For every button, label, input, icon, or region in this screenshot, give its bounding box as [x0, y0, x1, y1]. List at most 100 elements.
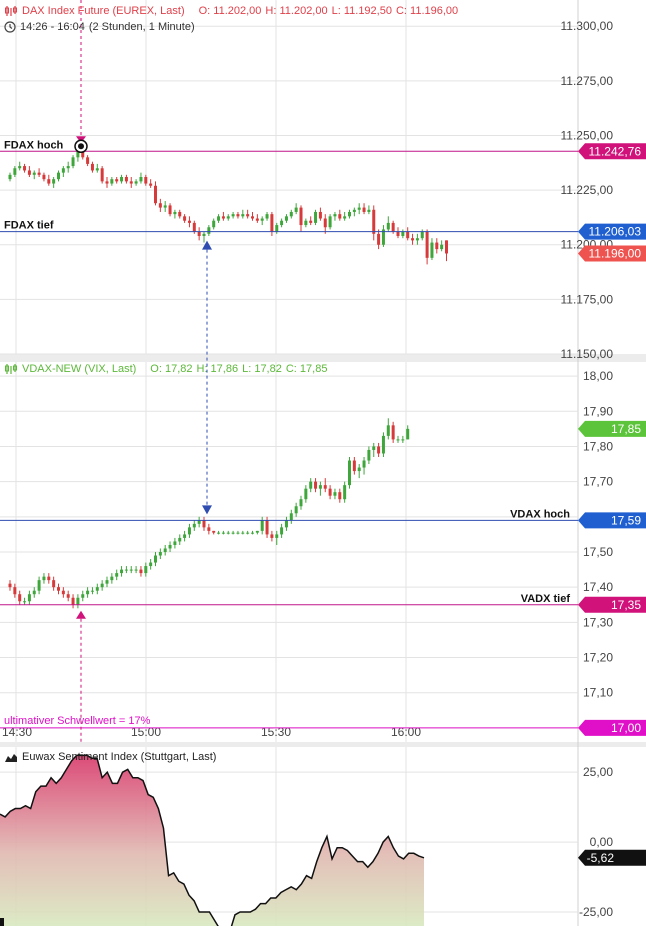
candle-body: [314, 481, 318, 489]
panel2-low: L: 17,82: [242, 363, 282, 375]
candle-body: [52, 179, 56, 184]
candle-body: [81, 594, 85, 598]
candle-body: [348, 460, 351, 486]
candle-body: [381, 435, 385, 454]
candle-body: [95, 587, 99, 591]
candle-body: [129, 569, 133, 571]
candle-body: [425, 231, 429, 258]
candle-body: [42, 174, 46, 180]
candle-body: [139, 569, 143, 574]
y-tick-label: -25,00: [579, 905, 613, 919]
candle-body: [338, 492, 342, 500]
candle-body: [241, 532, 245, 534]
candle-body: [367, 449, 371, 461]
candle-body: [95, 168, 99, 171]
candle-body: [386, 425, 390, 436]
candle-body: [86, 590, 90, 595]
candle-body: [134, 569, 138, 571]
panel-divider-2: [0, 742, 646, 747]
candle-body: [323, 485, 327, 489]
candle-body: [333, 492, 337, 496]
panel2-close: C: 17,85: [285, 363, 328, 375]
candle-body: [275, 534, 279, 538]
candle-body: [221, 216, 225, 219]
candle-body: [318, 211, 322, 219]
area-chart-icon: [5, 754, 17, 762]
candle-body: [255, 218, 259, 221]
candle-body: [23, 166, 27, 171]
candle-body: [144, 566, 148, 574]
candle-body: [13, 168, 17, 175]
candle-body: [124, 177, 128, 182]
candle-body: [23, 601, 27, 603]
candle-body: [32, 590, 36, 595]
candle-body: [415, 238, 419, 241]
candle-body: [323, 218, 327, 228]
panel3-header: Euwax Sentiment Index (Stuttgart, Last): [4, 751, 216, 763]
candle-body: [158, 203, 162, 208]
candle-body: [265, 214, 269, 219]
candlestick-chart-icon: [5, 364, 17, 374]
candle-body: [163, 205, 167, 208]
candle-body: [333, 214, 337, 217]
y-tick-label: 11.175,00: [561, 292, 614, 306]
panel1-header: DAX Index Future (EUREX, Last) O: 11.202…: [4, 5, 458, 17]
candle-body: [71, 157, 75, 167]
candle-body: [183, 534, 187, 538]
candle-body: [66, 166, 70, 169]
candle-body: [396, 231, 400, 236]
x-tick-label: 15:00: [131, 725, 161, 739]
candle-body: [280, 527, 284, 535]
candle-body: [100, 168, 104, 182]
candle-body: [231, 214, 235, 217]
candle-body: [270, 214, 274, 232]
candle-body: [304, 220, 308, 226]
candle-body: [280, 220, 284, 226]
candle-body: [221, 532, 225, 534]
candle-body: [260, 218, 264, 221]
candle-body: [357, 207, 361, 210]
candle-body: [207, 227, 211, 234]
candle-body: [251, 532, 254, 534]
candle-body: [212, 220, 216, 228]
candle-body: [178, 537, 182, 542]
candle-body: [149, 183, 153, 186]
candle-body: [207, 527, 211, 531]
candle-body: [86, 157, 90, 164]
y-tick-label: 18,00: [583, 369, 613, 383]
panel3-title: Euwax Sentiment Index (Stuttgart, Last): [22, 751, 217, 763]
candle-body: [61, 168, 65, 173]
candle-body: [406, 231, 410, 239]
candle-body: [217, 216, 221, 221]
panel-divider-1: [0, 354, 646, 362]
candle-body: [168, 205, 172, 215]
candle-body: [212, 530, 216, 533]
candle-body: [294, 207, 298, 212]
panel1-time-range: 14:26 - 16:04: [20, 21, 85, 33]
y-tick-label: 11.250,00: [561, 128, 614, 142]
y-tick-label: 11.300,00: [561, 19, 614, 33]
candle-body: [294, 506, 298, 514]
candle-body: [154, 185, 157, 204]
candle-body: [362, 207, 366, 212]
y-tick-label: 17,70: [583, 475, 613, 489]
panel1-low: L: 11.192,50: [331, 5, 392, 17]
candle-body: [173, 541, 177, 545]
candle-body: [42, 576, 46, 581]
candle-body: [406, 428, 410, 440]
x-tick-label: 16:00: [391, 725, 421, 739]
panel1-title: DAX Index Future (EUREX, Last): [22, 5, 185, 17]
candle-body: [66, 594, 70, 598]
candle-body: [115, 179, 119, 182]
candle-body: [192, 222, 196, 232]
candle-body: [197, 231, 201, 236]
candle-body: [391, 425, 395, 440]
candle-body: [289, 513, 293, 521]
candle-body: [8, 583, 12, 588]
panel1-open: O: 11.202,00: [198, 5, 262, 17]
candle-body: [299, 207, 303, 226]
level-label: FDAX hoch: [4, 139, 64, 151]
candle-body: [8, 174, 12, 180]
value-tag-label: 11.206,03: [589, 225, 642, 239]
candlestick-chart-icon: [5, 6, 17, 16]
